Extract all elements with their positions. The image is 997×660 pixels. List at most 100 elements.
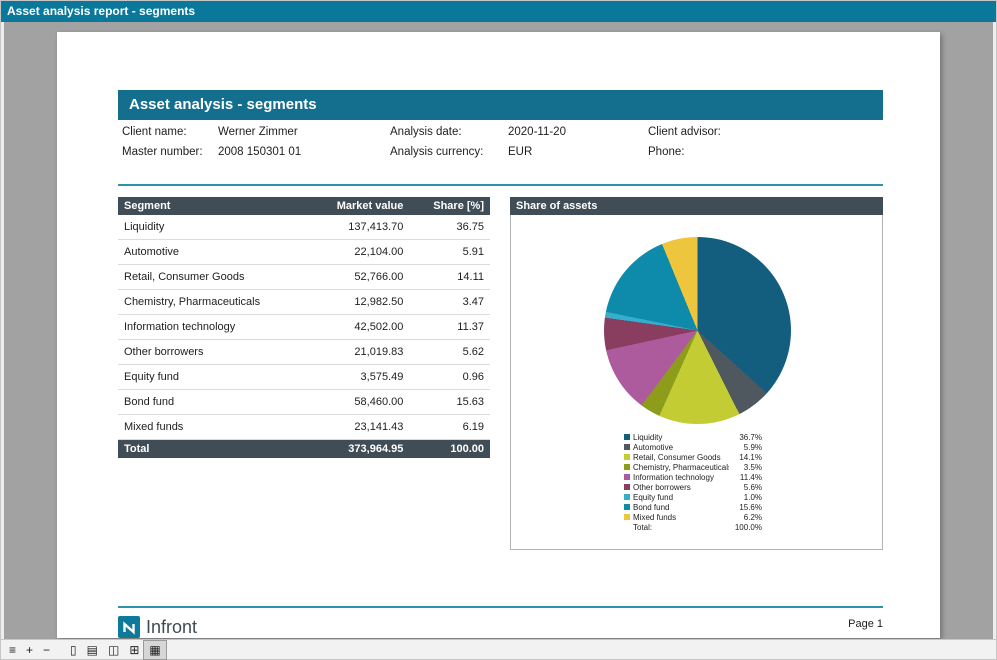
- infront-logo-text: Infront: [146, 617, 197, 638]
- analysis-currency-value: EUR: [508, 146, 648, 158]
- chart-panel-body: Liquidity36.7%Automotive5.9%Retail, Cons…: [510, 215, 883, 550]
- table-row: Information technology 42,502.00 11.37: [118, 315, 490, 340]
- legend-item: Bond fund15.6%: [624, 502, 762, 512]
- client-name-label: Client name:: [122, 126, 218, 138]
- footer-divider: [118, 606, 883, 608]
- report-viewer-window: Asset analysis report - segments Asset a…: [0, 0, 997, 660]
- report-footer: Infront Page 1: [118, 614, 883, 639]
- legend-label: Equity fund: [633, 493, 729, 502]
- page-number: Page 1: [848, 618, 883, 630]
- cell-segment: Bond fund: [118, 390, 308, 415]
- client-advisor-label: Client advisor:: [648, 126, 798, 138]
- grid-view-button[interactable]: ⊞: [124, 641, 144, 659]
- chart-panel: Share of assets Liquidity36.7%Automotive…: [510, 197, 883, 550]
- analysis-currency-label: Analysis currency:: [390, 146, 508, 158]
- legend-label: Liquidity: [633, 433, 729, 442]
- window-title: Asset analysis report - segments: [7, 4, 195, 18]
- cell-segment: Equity fund: [118, 365, 308, 390]
- two-page-view-button[interactable]: ◫: [103, 641, 124, 659]
- legend-value: 6.2%: [732, 513, 762, 522]
- cell-share: 0.96: [409, 365, 490, 390]
- cell-segment: Retail, Consumer Goods: [118, 265, 308, 290]
- col-share: Share [%]: [409, 197, 490, 215]
- legend-swatch: [624, 454, 630, 460]
- total-share: 100.00: [409, 440, 490, 459]
- table-row: Other borrowers 21,019.83 5.62: [118, 340, 490, 365]
- legend-value: 11.4%: [732, 473, 762, 482]
- legend-label: Mixed funds: [633, 513, 729, 522]
- cell-market-value: 22,104.00: [308, 240, 409, 265]
- legend-value: 100.0%: [732, 523, 762, 532]
- cell-market-value: 23,141.43: [308, 415, 409, 440]
- legend-swatch: [624, 434, 630, 440]
- header-divider: [118, 184, 883, 186]
- cell-market-value: 42,502.00: [308, 315, 409, 340]
- menu-button[interactable]: ≡: [4, 641, 21, 659]
- analysis-date-value: 2020-11-20: [508, 126, 648, 138]
- legend-item: Retail, Consumer Goods14.1%: [624, 452, 762, 462]
- zoom-out-button[interactable]: −: [38, 641, 55, 659]
- table-row: Automotive 22,104.00 5.91: [118, 240, 490, 265]
- legend-label: Automotive: [633, 443, 729, 452]
- cell-share: 11.37: [409, 315, 490, 340]
- legend-swatch-empty: [624, 524, 630, 530]
- legend-total: Total:100.0%: [624, 522, 762, 532]
- legend-swatch: [624, 474, 630, 480]
- cell-market-value: 58,460.00: [308, 390, 409, 415]
- cell-segment: Other borrowers: [118, 340, 308, 365]
- legend-value: 5.6%: [732, 483, 762, 492]
- legend-item: Information technology11.4%: [624, 472, 762, 482]
- thumbnail-view-button[interactable]: ▦: [144, 641, 165, 659]
- single-page-view-button[interactable]: ▯: [65, 641, 82, 659]
- cell-share: 3.47: [409, 290, 490, 315]
- report-page: Asset analysis - segments Client name: W…: [57, 32, 940, 638]
- client-name-value: Werner Zimmer: [218, 126, 390, 138]
- legend-label: Information technology: [633, 473, 729, 482]
- legend-item: Other borrowers5.6%: [624, 482, 762, 492]
- legend-swatch: [624, 484, 630, 490]
- legend-swatch: [624, 494, 630, 500]
- legend-value: 5.9%: [732, 443, 762, 452]
- zoom-in-button[interactable]: +: [21, 641, 38, 659]
- infront-logo: Infront: [118, 616, 197, 638]
- col-market-value: Market value: [308, 197, 409, 215]
- legend-label: Chemistry, Pharmaceuticals: [633, 463, 729, 472]
- table-row: Chemistry, Pharmaceuticals 12,982.50 3.4…: [118, 290, 490, 315]
- table-row: Retail, Consumer Goods 52,766.00 14.11: [118, 265, 490, 290]
- table-total-row: Total 373,964.95 100.00: [118, 440, 490, 459]
- client-info: Client name: Werner Zimmer Analysis date…: [122, 122, 883, 162]
- legend-swatch: [624, 504, 630, 510]
- legend-value: 15.6%: [732, 503, 762, 512]
- legend-value: 1.0%: [732, 493, 762, 502]
- table-row: Mixed funds 23,141.43 6.19: [118, 415, 490, 440]
- infront-logo-icon: [118, 616, 140, 638]
- report-title: Asset analysis - segments: [129, 96, 317, 113]
- total-label: Total: [118, 440, 308, 459]
- legend-item: Equity fund1.0%: [624, 492, 762, 502]
- table-row: Bond fund 58,460.00 15.63: [118, 390, 490, 415]
- cell-share: 15.63: [409, 390, 490, 415]
- cell-market-value: 3,575.49: [308, 365, 409, 390]
- col-segment: Segment: [118, 197, 308, 215]
- preview-workspace: Asset analysis - segments Client name: W…: [1, 22, 996, 639]
- continuous-view-button[interactable]: ▤: [82, 641, 103, 659]
- pie-chart: [604, 237, 791, 424]
- cell-share: 14.11: [409, 265, 490, 290]
- table-header-row: Segment Market value Share [%]: [118, 197, 490, 215]
- cell-market-value: 12,982.50: [308, 290, 409, 315]
- legend-swatch: [624, 464, 630, 470]
- cell-segment: Automotive: [118, 240, 308, 265]
- cell-segment: Mixed funds: [118, 415, 308, 440]
- legend-label: Retail, Consumer Goods: [633, 453, 729, 462]
- report-title-bar: Asset analysis - segments: [118, 90, 883, 120]
- cell-segment: Information technology: [118, 315, 308, 340]
- legend-label: Total:: [633, 523, 729, 532]
- legend-swatch: [624, 444, 630, 450]
- chart-panel-title: Share of assets: [510, 197, 883, 215]
- cell-market-value: 52,766.00: [308, 265, 409, 290]
- table-row: Equity fund 3,575.49 0.96: [118, 365, 490, 390]
- legend-value: 3.5%: [732, 463, 762, 472]
- legend-label: Bond fund: [633, 503, 729, 512]
- legend-label: Other borrowers: [633, 483, 729, 492]
- cell-segment: Liquidity: [118, 215, 308, 240]
